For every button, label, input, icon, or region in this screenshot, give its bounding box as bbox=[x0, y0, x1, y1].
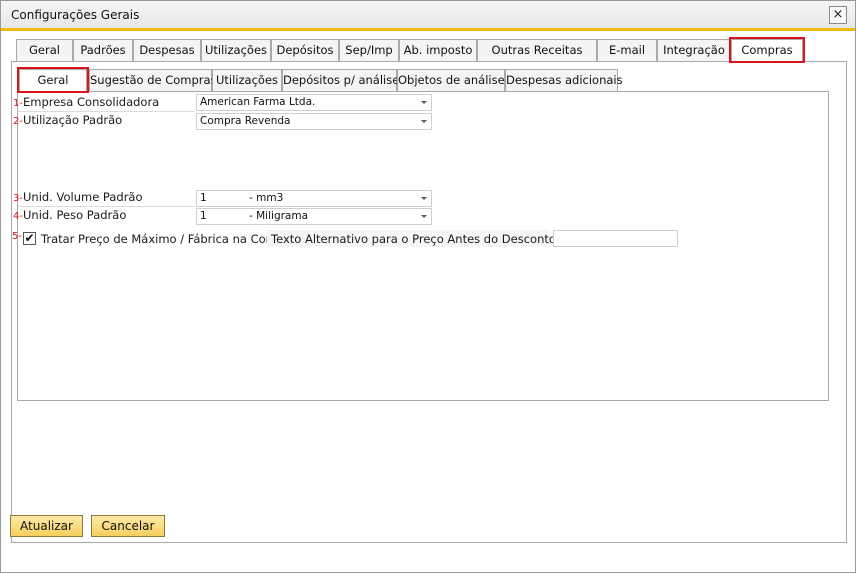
peso-select[interactable]: 1 - Miligrama bbox=[196, 208, 432, 225]
subtab-geral[interactable]: Geral bbox=[17, 67, 89, 93]
field-row-utilizacao: 2-Utilização Padrão bbox=[13, 113, 122, 127]
alt-text-input[interactable] bbox=[553, 230, 678, 247]
field-row-empresa: 1-Empresa Consolidadora bbox=[13, 95, 159, 109]
tab-despesas[interactable]: Despesas bbox=[133, 39, 201, 61]
empresa-select[interactable]: American Farma Ltda. bbox=[196, 94, 432, 111]
title-bar: Configurações Gerais × bbox=[1, 1, 855, 31]
tab-depositos[interactable]: Depósitos bbox=[271, 39, 339, 61]
utilizacao-label: Utilização Padrão bbox=[22, 113, 123, 127]
utilizacao-select[interactable]: Compra Revenda bbox=[196, 113, 432, 130]
field-row-peso: 4-Unid. Peso Padrão bbox=[13, 208, 126, 222]
subtab-despesas-adicionais[interactable]: Despesas adicionais bbox=[505, 69, 623, 91]
window-title: Configurações Gerais bbox=[11, 8, 140, 22]
tab-utilizacoes[interactable]: Utilizações bbox=[201, 39, 271, 61]
subtab-objetos-analise[interactable]: Objetos de análise bbox=[397, 69, 505, 91]
settings-window: Configurações Gerais × Geral Padrões Des… bbox=[0, 0, 856, 573]
tab-ab-imposto[interactable]: Ab. imposto bbox=[399, 39, 477, 61]
marker-2: 2- bbox=[13, 116, 23, 127]
marker-3: 3- bbox=[13, 193, 23, 204]
chevron-down-icon bbox=[421, 215, 427, 218]
volume-value: 1 bbox=[200, 192, 207, 204]
volume-label: Unid. Volume Padrão bbox=[22, 190, 143, 204]
marker-1: 1- bbox=[13, 98, 23, 109]
tab-geral[interactable]: Geral bbox=[16, 39, 73, 61]
update-button[interactable]: Atualizar bbox=[10, 515, 83, 537]
tab-outras-receitas[interactable]: Outras Receitas bbox=[477, 39, 597, 61]
alt-text-label: Texto Alternativo para o Preço Antes do … bbox=[271, 232, 556, 246]
peso-label: Unid. Peso Padrão bbox=[22, 208, 127, 222]
check-icon: ✔ bbox=[24, 231, 35, 245]
field-row-volume: 3-Unid. Volume Padrão bbox=[13, 190, 143, 204]
subtab-sugestao-compras[interactable]: Sugestão de Compras bbox=[89, 69, 217, 91]
tab-compras[interactable]: Compras bbox=[729, 37, 805, 63]
empresa-label: Empresa Consolidadora bbox=[22, 95, 160, 109]
empresa-value: American Farma Ltda. bbox=[200, 96, 316, 108]
marker-4: 4- bbox=[13, 211, 23, 222]
chevron-down-icon bbox=[421, 120, 427, 123]
chevron-down-icon bbox=[421, 101, 427, 104]
cancel-button[interactable]: Cancelar bbox=[91, 515, 165, 537]
preco-checkbox[interactable]: ✔ bbox=[23, 232, 36, 245]
tab-email[interactable]: E-mail bbox=[597, 39, 657, 61]
preco-label: Tratar Preço de Máximo / Fábrica na Comp… bbox=[41, 232, 296, 246]
volume-unit: - mm3 bbox=[249, 192, 284, 204]
marker-5: 5- bbox=[12, 231, 22, 242]
tab-sep-imp[interactable]: Sep/Imp bbox=[339, 39, 399, 61]
close-icon[interactable]: × bbox=[829, 6, 847, 24]
chevron-down-icon bbox=[421, 197, 427, 200]
divider bbox=[18, 206, 194, 207]
utilizacao-value: Compra Revenda bbox=[200, 115, 291, 127]
divider bbox=[18, 111, 194, 112]
volume-select[interactable]: 1 - mm3 bbox=[196, 190, 432, 207]
peso-unit: - Miligrama bbox=[249, 210, 309, 222]
tab-integracao[interactable]: Integração bbox=[657, 39, 731, 61]
subtab-depositos-analise[interactable]: Depósitos p/ análise bbox=[282, 69, 399, 91]
peso-value: 1 bbox=[200, 210, 207, 222]
subtab-utilizacoes[interactable]: Utilizações bbox=[212, 69, 282, 91]
tab-padroes[interactable]: Padrões bbox=[73, 39, 133, 61]
